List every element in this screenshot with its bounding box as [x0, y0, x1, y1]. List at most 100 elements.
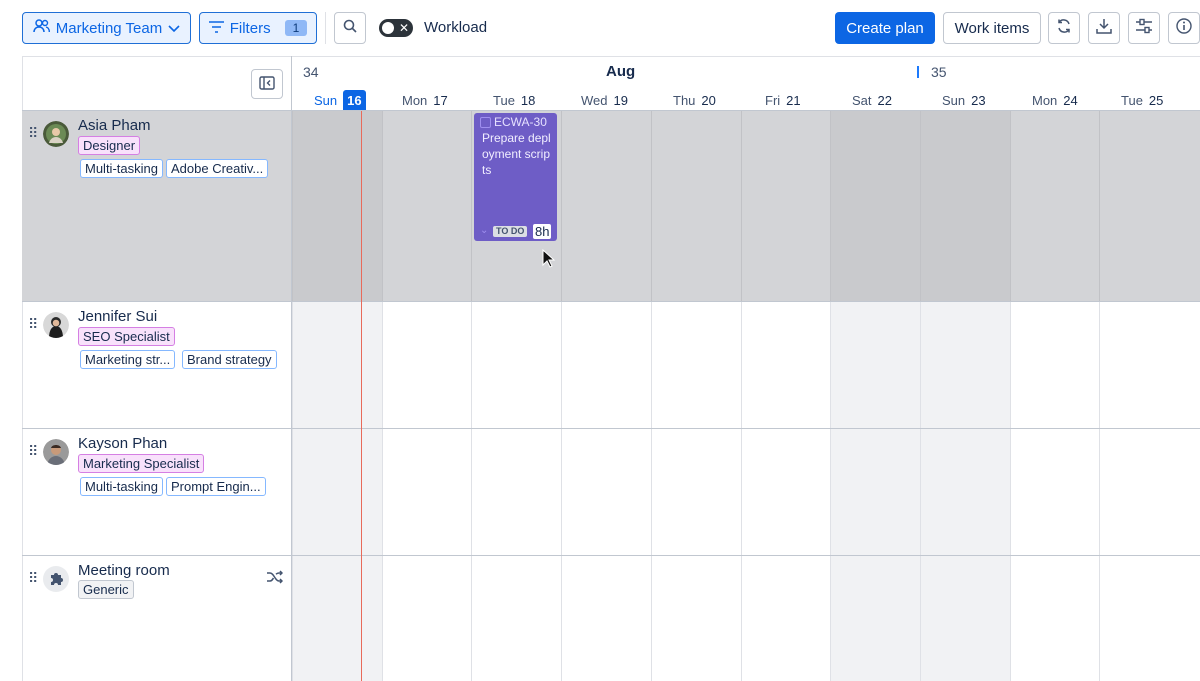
create-plan-button[interactable]: Create plan	[835, 12, 935, 44]
settings-button[interactable]	[1128, 12, 1160, 44]
day-cell[interactable]	[741, 111, 831, 301]
search-button[interactable]	[334, 12, 366, 44]
week-number: 35	[931, 64, 947, 80]
day-header: Tue 18	[493, 90, 535, 110]
day-header: Sun 23	[942, 90, 986, 110]
day-cell[interactable]	[741, 302, 831, 428]
day-header: Sun 16	[314, 89, 366, 111]
collapse-sidebar-button[interactable]	[251, 69, 283, 99]
day-cell[interactable]	[1010, 111, 1100, 301]
resource-row: ⠿ Jennifer Sui SEO Specialist Marketing …	[22, 302, 1200, 429]
day-header: Mon 17	[402, 90, 448, 110]
day-cell[interactable]	[292, 429, 382, 555]
refresh-icon	[1056, 18, 1072, 38]
role-tag: Marketing Specialist	[78, 454, 205, 473]
task-hours: 8h	[533, 224, 552, 239]
day-number: 22	[877, 92, 892, 108]
day-cell[interactable]	[561, 556, 651, 681]
day-cell[interactable]	[651, 111, 741, 301]
day-of-week: Thu	[673, 92, 696, 108]
skill-tag: Multi-tasking	[80, 477, 163, 496]
avatar	[43, 312, 69, 338]
day-cell[interactable]	[1099, 111, 1200, 301]
day-cell[interactable]	[651, 429, 741, 555]
day-cell[interactable]	[292, 556, 382, 681]
team-selector-label: Marketing Team	[55, 19, 163, 37]
download-button[interactable]	[1088, 12, 1120, 44]
day-cell[interactable]	[382, 556, 472, 681]
puzzle-icon	[43, 566, 69, 592]
drag-handle-icon[interactable]: ⠿	[28, 443, 38, 460]
close-icon: ✕	[398, 21, 409, 35]
day-cell[interactable]	[1099, 429, 1200, 555]
day-cell[interactable]	[382, 302, 472, 428]
toolbar: Marketing Team Filters 1 ✕ Workload Crea…	[0, 0, 1200, 56]
refresh-button[interactable]	[1048, 12, 1080, 44]
task-type-icon	[480, 116, 491, 128]
day-cell[interactable]	[830, 111, 920, 301]
day-cell[interactable]	[830, 429, 920, 555]
day-cell[interactable]	[292, 111, 382, 301]
info-button[interactable]	[1168, 12, 1200, 44]
filter-icon	[208, 20, 224, 37]
resource-info: ⠿ Asia Pham Designer Multi-tasking Adobe…	[22, 111, 291, 301]
day-cell[interactable]	[741, 556, 831, 681]
day-cell[interactable]	[1099, 556, 1200, 681]
day-number: 17	[433, 92, 448, 108]
day-of-week: Tue	[493, 92, 515, 108]
day-cell[interactable]	[382, 429, 472, 555]
shuffle-icon[interactable]	[266, 570, 284, 588]
filters-button[interactable]: Filters 1	[199, 12, 317, 44]
drag-handle-icon[interactable]: ⠿	[28, 316, 38, 333]
day-cell[interactable]	[471, 302, 561, 428]
day-number: 25	[1148, 92, 1164, 108]
day-cell[interactable]	[561, 429, 651, 555]
day-number: 19	[613, 92, 628, 108]
day-cell[interactable]	[561, 111, 651, 301]
day-cell[interactable]	[382, 111, 472, 301]
day-of-week: Sat	[852, 92, 872, 108]
team-selector-button[interactable]: Marketing Team	[22, 12, 191, 44]
week-marker	[917, 66, 919, 78]
day-cell[interactable]	[920, 556, 1010, 681]
task-card[interactable]: ECWA-30 Prepare deployment scripts ⌄ TO …	[474, 113, 557, 241]
day-number: 23	[971, 92, 986, 108]
day-cell[interactable]	[920, 429, 1010, 555]
day-cell[interactable]	[471, 556, 561, 681]
drag-handle-icon[interactable]: ⠿	[28, 125, 38, 142]
day-cell[interactable]	[561, 302, 651, 428]
day-cell[interactable]	[830, 556, 920, 681]
resource-row: ⠿ Meeting room Generic	[22, 556, 1200, 681]
workload-toggle[interactable]: ✕	[379, 19, 413, 37]
day-number: 18	[520, 92, 536, 108]
task-status-badge: TO DO	[493, 226, 528, 237]
day-number: 21	[786, 92, 801, 108]
role-tag: SEO Specialist	[78, 327, 175, 346]
day-cell[interactable]	[471, 429, 561, 555]
day-cell[interactable]	[292, 302, 382, 428]
day-number: 20	[701, 92, 716, 108]
skill-tag: Marketing str...	[80, 350, 176, 369]
day-cell[interactable]	[741, 429, 831, 555]
day-cell[interactable]	[651, 556, 741, 681]
day-cell[interactable]	[920, 302, 1010, 428]
day-header: Sat 22	[852, 90, 892, 110]
skill-tag: Prompt Engin...	[166, 477, 266, 496]
day-of-week: Wed	[581, 92, 608, 108]
drag-handle-icon[interactable]: ⠿	[28, 570, 38, 587]
day-of-week: Mon	[402, 92, 428, 108]
day-cell[interactable]	[1010, 302, 1100, 428]
day-cell[interactable]	[920, 111, 1010, 301]
day-cell[interactable]	[830, 302, 920, 428]
toolbar-divider	[325, 12, 326, 44]
month-label: Aug	[606, 63, 636, 80]
info-icon	[1176, 18, 1192, 38]
today-indicator	[361, 111, 362, 681]
work-items-button[interactable]: Work items	[943, 12, 1041, 44]
day-cell[interactable]	[1010, 556, 1100, 681]
day-cell[interactable]	[651, 302, 741, 428]
day-cell[interactable]	[1010, 429, 1100, 555]
search-icon	[343, 19, 357, 37]
day-header: Mon 24	[1032, 90, 1078, 110]
day-cell[interactable]	[1099, 302, 1200, 428]
